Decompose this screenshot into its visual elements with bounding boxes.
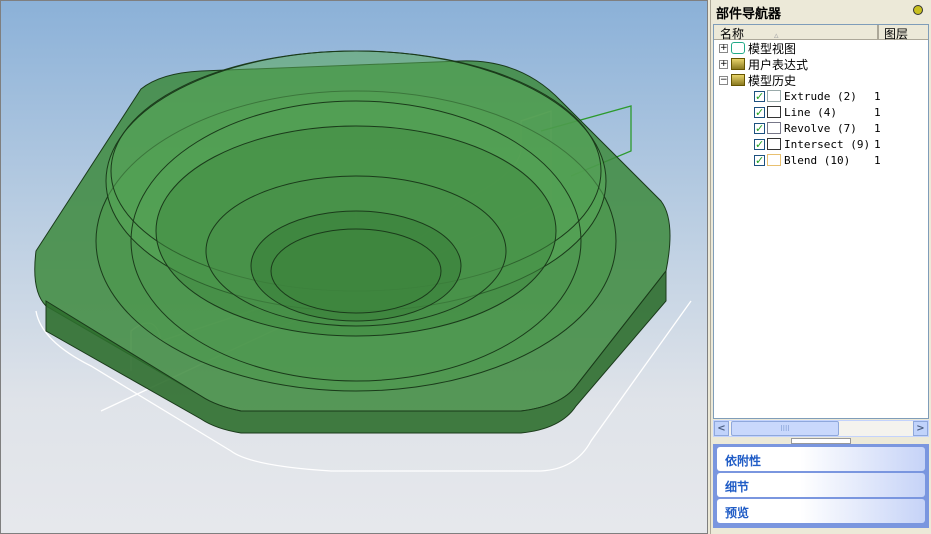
node-label: 用户表达式: [748, 57, 809, 72]
feature-layer: 1: [874, 105, 881, 119]
feature-row[interactable]: ✓ Revolve (7) 1: [714, 120, 928, 136]
visibility-checkbox[interactable]: ✓: [754, 122, 765, 134]
tree-node-model-views[interactable]: + 模型视图: [714, 40, 928, 56]
feature-layer: 1: [874, 89, 881, 103]
preview-panel-button[interactable]: 预览: [717, 499, 925, 523]
tree-node-model-history[interactable]: − 模型历史: [714, 72, 928, 88]
open-folder-icon: [731, 74, 745, 86]
folder-icon: [731, 58, 745, 70]
details-panel-button[interactable]: 细节: [717, 473, 925, 497]
tree-header: 名称 ▵ 图层: [714, 25, 928, 41]
node-label: 模型历史: [748, 73, 797, 88]
scroll-thumb[interactable]: IIII: [731, 421, 839, 436]
navigator-tree: 名称 ▵ 图层 + 模型视图 + 用户表达式 − 模型历史 ✓ Extrude (2…: [713, 24, 929, 419]
revolve-icon: [767, 122, 781, 134]
node-label: 模型视图: [748, 41, 797, 56]
feature-layer: 1: [874, 153, 881, 167]
feature-label: Revolve (7): [784, 121, 857, 135]
feature-layer: 1: [874, 137, 881, 151]
feature-label: Blend (10): [784, 153, 851, 167]
feature-row[interactable]: ✓ Intersect (9) 1: [714, 136, 928, 152]
column-layer-header[interactable]: 图层: [879, 25, 908, 41]
column-name-label: 名称: [720, 27, 745, 41]
scroll-left-button[interactable]: <: [714, 421, 729, 436]
model-render: [34, 50, 692, 472]
3d-graphics-viewport[interactable]: [0, 0, 708, 534]
accordion-panels: 依附性 细节 预览: [713, 444, 929, 528]
model-views-icon: [731, 42, 745, 54]
expand-icon[interactable]: +: [719, 43, 728, 53]
part-navigator-panel: 部件导航器 名称 ▵ 图层 + 模型视图 + 用户表达式 − 模型历史 ✓ Extr…: [710, 0, 931, 534]
blend-icon: [767, 154, 781, 166]
navigator-title-bar: 部件导航器: [711, 0, 931, 22]
feature-row[interactable]: ✓ Extrude (2) 1: [714, 88, 928, 104]
visibility-checkbox[interactable]: ✓: [754, 90, 765, 102]
visibility-checkbox[interactable]: ✓: [754, 106, 765, 118]
feature-label: Intersect (9): [784, 137, 871, 151]
dependencies-panel-button[interactable]: 依附性: [717, 447, 925, 471]
feature-row[interactable]: ✓ Blend (10) 1: [714, 152, 928, 168]
navigator-title: 部件导航器: [716, 7, 782, 22]
column-name-header[interactable]: 名称 ▵: [714, 25, 879, 41]
visibility-checkbox[interactable]: ✓: [754, 138, 765, 150]
pin-icon[interactable]: [913, 5, 923, 15]
part-body: [34, 50, 671, 434]
feature-layer: 1: [874, 121, 881, 135]
extrude-icon: [767, 90, 781, 102]
horizontal-scrollbar[interactable]: < IIII >: [713, 420, 929, 437]
tree-node-user-expressions[interactable]: + 用户表达式: [714, 56, 928, 72]
intersect-icon: [767, 138, 781, 150]
line-icon: [767, 106, 781, 118]
feature-label: Extrude (2): [784, 89, 857, 103]
feature-row[interactable]: ✓ Line (4) 1: [714, 104, 928, 120]
scroll-right-button[interactable]: >: [913, 421, 928, 436]
expand-icon[interactable]: +: [719, 59, 728, 69]
collapse-icon[interactable]: −: [719, 75, 728, 85]
feature-label: Line (4): [784, 105, 837, 119]
visibility-checkbox[interactable]: ✓: [754, 154, 765, 166]
